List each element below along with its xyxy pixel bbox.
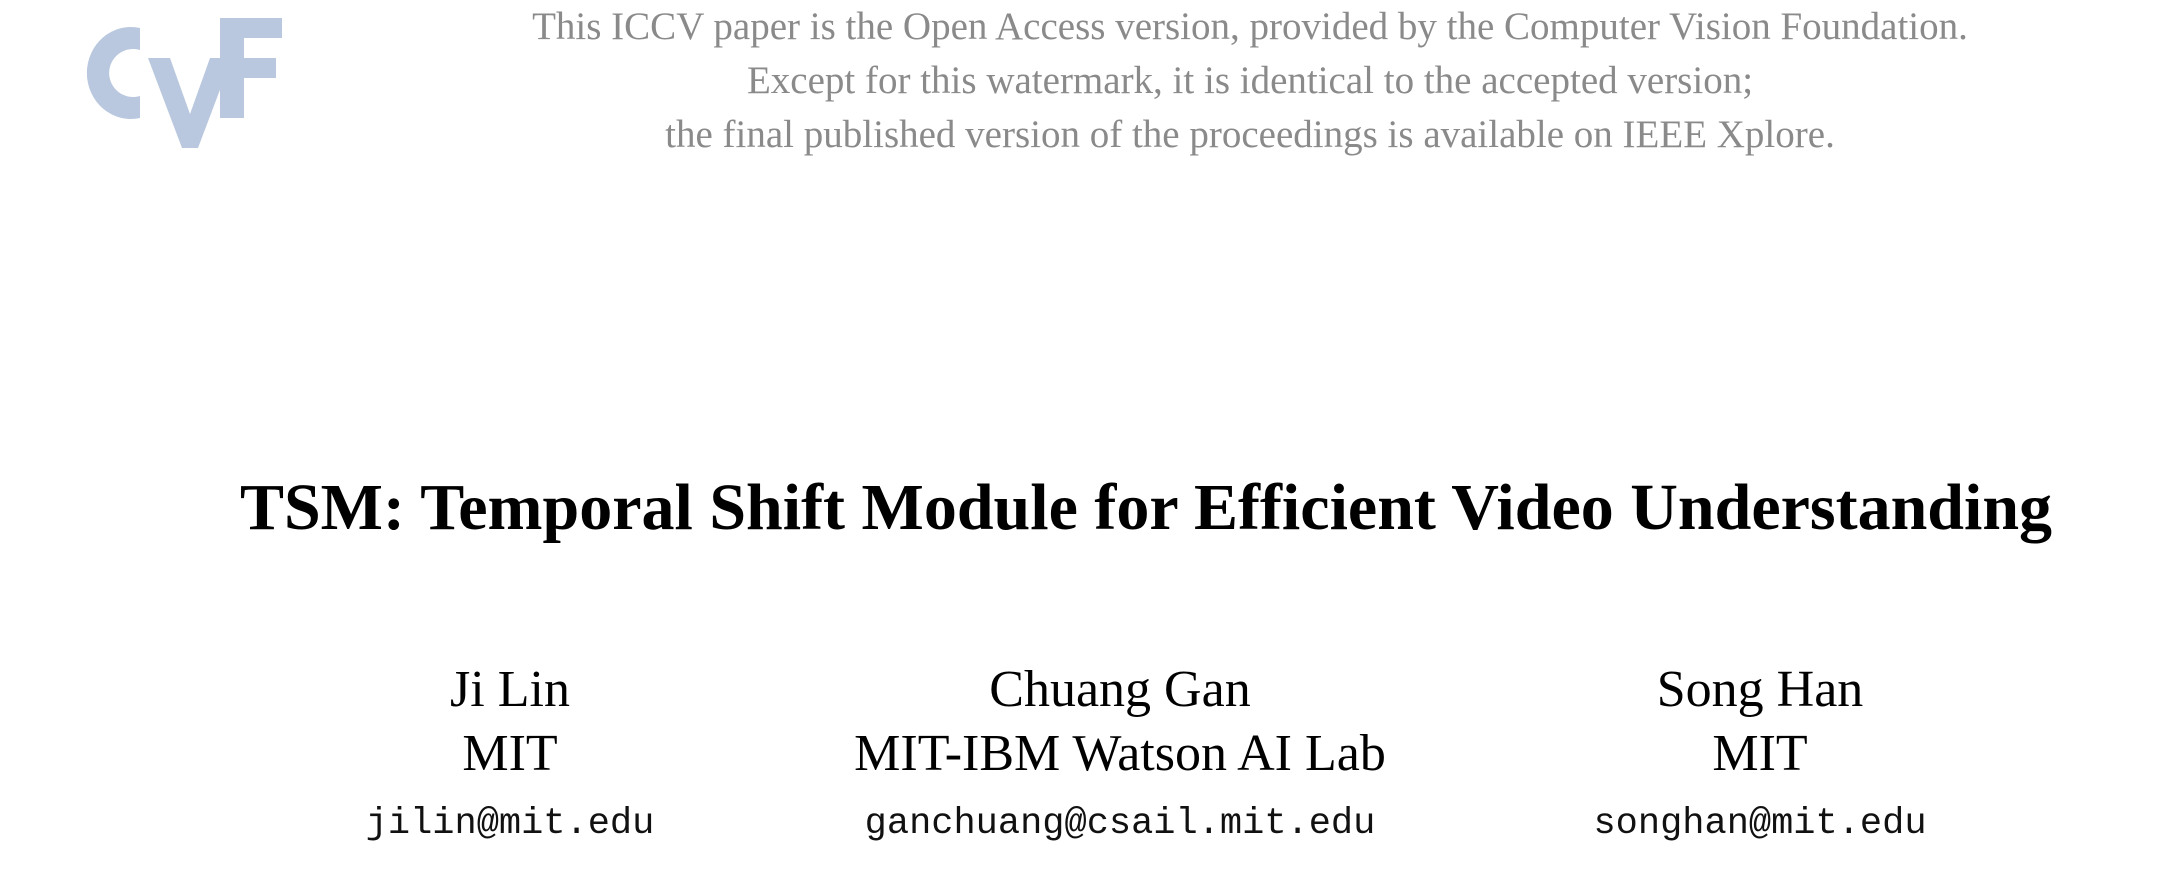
author-affiliation: MIT [1712,725,1808,782]
author-email: ganchuang@csail.mit.edu [864,803,1376,845]
watermark-line: Except for this watermark, it is identic… [746,59,1754,102]
watermark-line: the final published version of the proce… [665,113,1835,156]
author-name: Song Han [1656,661,1864,718]
cvf-logo [86,18,282,148]
author-affiliation: MIT [462,725,558,782]
author-affiliation: MIT-IBM Watson AI Lab [854,725,1386,782]
author-block: Song Han MIT songhan@mit.edu [1540,658,1980,852]
author-email: jilin@mit.edu [365,803,655,845]
paper-title: TSM: Temporal Shift Module for Efficient… [239,471,2053,544]
author-block: Ji Lin MIT jilin@mit.edu [310,658,710,852]
author-email: songhan@mit.edu [1593,803,1927,845]
author-name: Chuang Gan [989,661,1251,718]
author-name: Ji Lin [450,661,570,718]
open-access-watermark: This ICCV paper is the Open Access versi… [380,0,2120,162]
watermark-line: This ICCV paper is the Open Access versi… [532,5,1968,48]
author-block: Chuang Gan MIT-IBM Watson AI Lab ganchua… [800,658,1440,852]
